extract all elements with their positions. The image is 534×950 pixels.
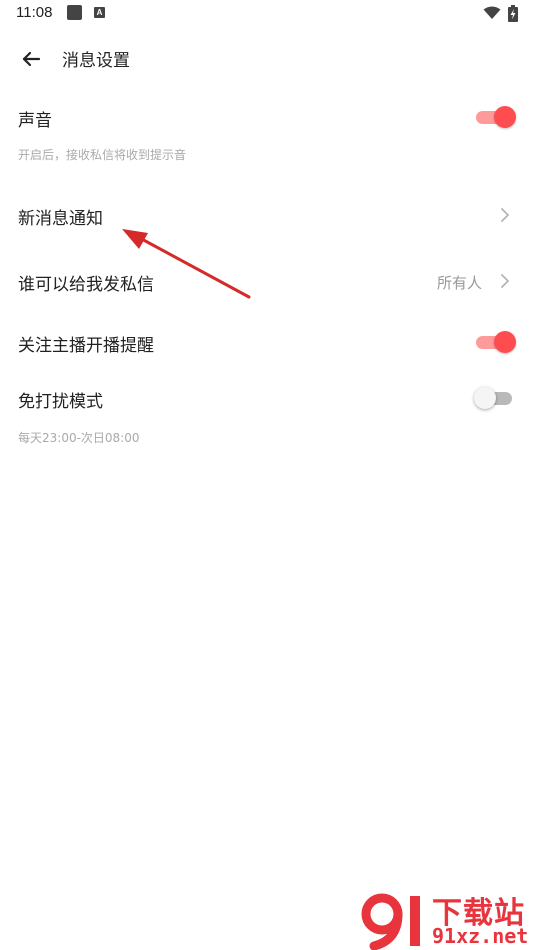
- notification-square-icon: [67, 5, 82, 20]
- who-can-message-value: 所有人: [436, 274, 482, 292]
- follow-live-remind-row: 关注主播开播提醒: [0, 322, 534, 368]
- watermark-logo-icon: [361, 893, 420, 950]
- wifi-icon: [483, 6, 501, 19]
- back-arrow-icon[interactable]: [18, 46, 44, 72]
- follow-live-remind-toggle[interactable]: [474, 329, 516, 355]
- do-not-disturb-toggle[interactable]: [474, 385, 516, 411]
- new-message-notify-row[interactable]: 新消息通知: [0, 192, 534, 238]
- watermark-url: 91xz.net: [432, 924, 529, 948]
- toggle-knob: [494, 106, 516, 128]
- do-not-disturb-row: 免打扰模式 每天23:00-次日08:00: [0, 378, 534, 454]
- page-title: 消息设置: [62, 51, 130, 71]
- who-can-message-row[interactable]: 谁可以给我发私信 所有人: [0, 258, 534, 304]
- sound-setting-row: 声音 开启后，接收私信将收到提示音: [0, 96, 534, 172]
- a-notification-icon: A: [94, 7, 105, 18]
- status-bar: 11:08 A: [0, 0, 534, 28]
- toggle-knob: [494, 331, 516, 353]
- follow-live-remind-label: 关注主播开播提醒: [18, 336, 154, 356]
- watermark: 下载站 91xz.net: [360, 888, 534, 950]
- do-not-disturb-subtitle: 每天23:00-次日08:00: [18, 431, 140, 445]
- app-header: 消息设置: [0, 36, 534, 80]
- toggle-knob: [474, 387, 496, 409]
- status-time: 11:08: [16, 4, 53, 21]
- new-message-notify-label: 新消息通知: [18, 209, 103, 229]
- battery-charging-icon: [508, 5, 518, 22]
- do-not-disturb-label: 免打扰模式: [18, 392, 103, 412]
- chevron-right-icon: [501, 208, 509, 222]
- chevron-right-icon: [501, 274, 509, 288]
- sound-toggle[interactable]: [474, 104, 516, 130]
- who-can-message-label: 谁可以给我发私信: [18, 275, 154, 295]
- sound-label: 声音: [18, 111, 52, 131]
- message-settings-screen: 11:08 A 消息设置 声音 开启后，接收私信将收到提示音 新消息通知 谁可以…: [0, 0, 534, 950]
- sound-subtitle: 开启后，接收私信将收到提示音: [18, 148, 187, 162]
